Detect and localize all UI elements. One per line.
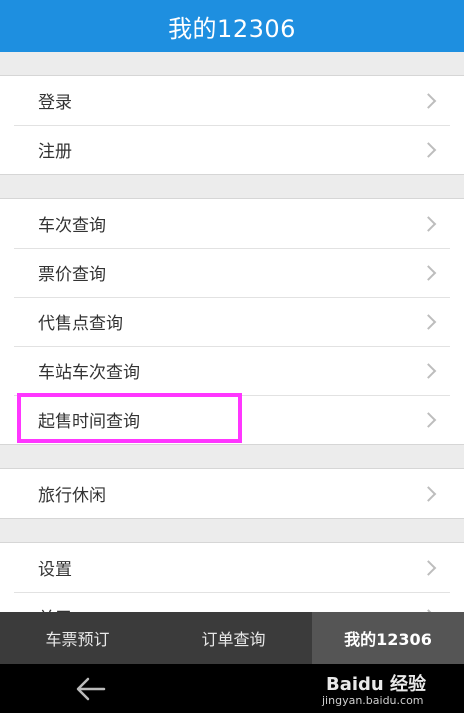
bottom-tab-bar: 车票预订 订单查询 我的12306: [0, 612, 464, 664]
tab-order-query[interactable]: 订单查询: [155, 612, 312, 664]
chevron-right-icon: [420, 264, 437, 281]
chevron-right-icon: [420, 362, 437, 379]
chevron-right-icon: [420, 411, 437, 428]
menu-list[interactable]: 登录 注册 车次查询 票价查询 代售点查询 车站车次查询 起售时间查询 旅行休闲…: [0, 52, 464, 612]
group-account: 登录 注册: [0, 75, 464, 175]
menu-item-label: 注册: [38, 142, 72, 162]
menu-item-label: 关于: [38, 604, 72, 612]
page-title: 我的12306: [168, 14, 296, 43]
chevron-right-icon: [420, 313, 437, 330]
menu-item-train-query[interactable]: 车次查询: [0, 199, 464, 248]
chevron-right-icon: [420, 92, 437, 109]
group-queries: 车次查询 票价查询 代售点查询 车站车次查询 起售时间查询: [0, 198, 464, 445]
menu-item-travel-leisure[interactable]: 旅行休闲: [0, 469, 464, 518]
menu-item-label: 起售时间查询: [38, 412, 140, 432]
baidu-jingyan-watermark: Baidu 经验 jingyan.baidu.com: [322, 668, 452, 710]
menu-item-label: 车次查询: [38, 216, 106, 236]
menu-item-login[interactable]: 登录: [0, 76, 464, 125]
group-travel: 旅行休闲: [0, 468, 464, 519]
menu-item-label: 旅行休闲: [38, 486, 106, 506]
menu-item-station-train-query[interactable]: 车站车次查询: [0, 346, 464, 395]
menu-item-fare-query[interactable]: 票价查询: [0, 248, 464, 297]
tab-ticket-booking[interactable]: 车票预订: [0, 612, 155, 664]
title-bar: 我的12306: [0, 0, 464, 52]
watermark-site: jingyan.baidu.com: [322, 694, 424, 707]
menu-item-label: 票价查询: [38, 265, 106, 285]
menu-item-register[interactable]: 注册: [0, 125, 464, 174]
system-nav-bar: Baidu 经验 jingyan.baidu.com: [0, 664, 464, 713]
chevron-right-icon: [420, 215, 437, 232]
menu-item-label: 车站车次查询: [38, 363, 140, 383]
app-screen: 我的12306 登录 注册 车次查询 票价查询 代售点查询 车站车次查询 起售时…: [0, 0, 464, 713]
menu-item-label: 登录: [38, 93, 72, 113]
menu-item-about[interactable]: 关于: [0, 592, 464, 612]
back-arrow-icon[interactable]: [74, 676, 106, 702]
chevron-right-icon: [420, 141, 437, 158]
menu-item-label: 代售点查询: [38, 314, 123, 334]
menu-item-settings[interactable]: 设置: [0, 543, 464, 592]
tab-label: 车票预订: [45, 630, 110, 649]
tab-my-12306[interactable]: 我的12306: [312, 612, 464, 664]
chevron-right-icon: [420, 485, 437, 502]
watermark-brand: Baidu 经验: [326, 674, 427, 695]
menu-item-sale-time-query[interactable]: 起售时间查询: [0, 395, 464, 444]
tab-label: 订单查询: [201, 630, 266, 649]
tab-label: 我的12306: [344, 630, 432, 649]
menu-item-agency-query[interactable]: 代售点查询: [0, 297, 464, 346]
chevron-right-icon: [420, 559, 437, 576]
group-settings: 设置 关于: [0, 542, 464, 612]
menu-item-label: 设置: [38, 560, 72, 580]
